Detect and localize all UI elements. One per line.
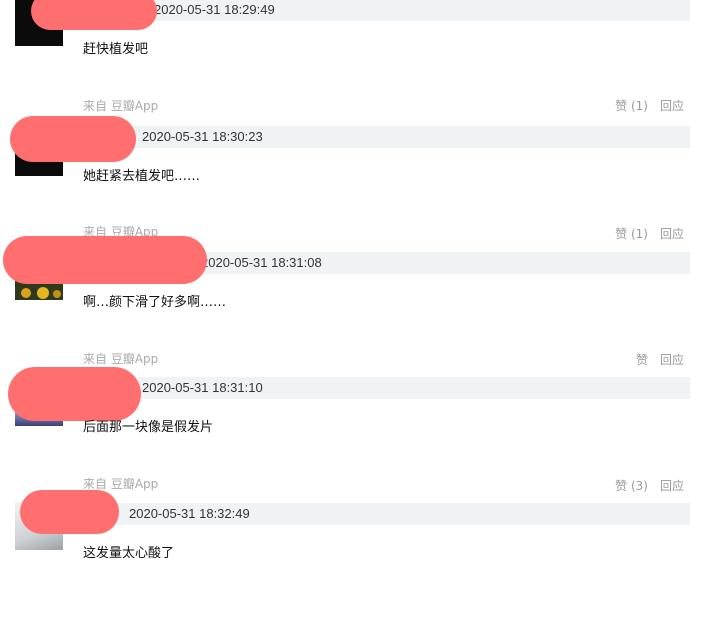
comment-meta-bar: 2020-05-31 18:29:49 [83, 0, 690, 21]
comment-meta-bar: 2020-05-31 18:30:23 [83, 126, 690, 148]
comment-timestamp: 2020-05-31 18:30:23 [142, 129, 263, 144]
redacted-username [31, 0, 157, 30]
reply-button[interactable]: 回应 [660, 225, 684, 242]
comment-item: 2020-05-31 18:32:49 这发量太心酸了 [0, 490, 711, 628]
comment-timestamp: 2020-05-31 18:29:49 [154, 2, 275, 17]
reply-button[interactable]: 回应 [660, 351, 684, 368]
like-label: 赞 [615, 227, 628, 241]
comment-item: 2020-05-31 18:31:10 后面那一块像是假发片 来自 豆瓣App … [0, 367, 711, 502]
flower-icon [53, 290, 61, 298]
like-label: 赞 [635, 353, 648, 367]
comment-actions: 赞 (3) 回应 [615, 477, 684, 494]
like-button[interactable]: 赞 (3) [615, 477, 648, 494]
redacted-username [8, 367, 141, 421]
source-label: 来自 豆瓣App [83, 99, 159, 113]
source-label: 来自 豆瓣App [83, 352, 159, 366]
comment-source: 来自 豆瓣App [83, 350, 158, 367]
like-button[interactable]: 赞 (1) [615, 97, 648, 114]
comment-text: 她赶紧去植发吧…… [83, 169, 201, 184]
comment-actions: 赞 (1) 回应 [615, 97, 684, 114]
comment-source: 来自 豆瓣App [83, 97, 158, 114]
comment-text: 赶快植发吧 [83, 42, 149, 57]
like-button[interactable]: 赞 (1) [615, 225, 648, 242]
reply-button[interactable]: 回应 [660, 477, 684, 494]
comment-item: 2020-05-31 18:31:08 啊…颜下滑了好多啊…… 来自 豆瓣App… [0, 236, 711, 376]
comment-text: 这发量太心酸了 [83, 546, 175, 561]
comment-meta-bar: 2020-05-31 18:32:49 [83, 503, 690, 525]
redacted-username [20, 490, 119, 534]
comment-timestamp: 2020-05-31 18:31:10 [142, 380, 263, 395]
comment-timestamp: 2020-05-31 18:31:08 [201, 255, 322, 270]
redacted-username [3, 236, 207, 284]
comment-item: 2020-05-31 18:29:49 赶快植发吧 来自 豆瓣App 赞 (1)… [0, 0, 711, 124]
comment-actions: 赞 (1) 回应 [615, 225, 684, 242]
reply-button[interactable]: 回应 [660, 97, 684, 114]
like-count: (1) [630, 227, 648, 241]
comment-item: 2020-05-31 18:30:23 她赶紧去植发吧…… 来自 豆瓣App 赞… [0, 116, 711, 250]
comment-actions: 赞回应 [636, 351, 684, 368]
flower-icon [21, 288, 31, 298]
like-button[interactable]: 赞 [636, 351, 648, 368]
redacted-username [10, 116, 136, 162]
comment-text: 啊…颜下滑了好多啊…… [83, 295, 227, 310]
like-count: (3) [630, 479, 648, 493]
like-count: (1) [630, 99, 648, 113]
like-label: 赞 [615, 99, 628, 113]
comment-timestamp: 2020-05-31 18:32:49 [129, 506, 250, 521]
comment-meta-bar: 2020-05-31 18:31:10 [83, 377, 690, 399]
flower-icon [37, 287, 49, 299]
comment-text: 后面那一块像是假发片 [83, 420, 214, 435]
like-label: 赞 [615, 479, 628, 493]
